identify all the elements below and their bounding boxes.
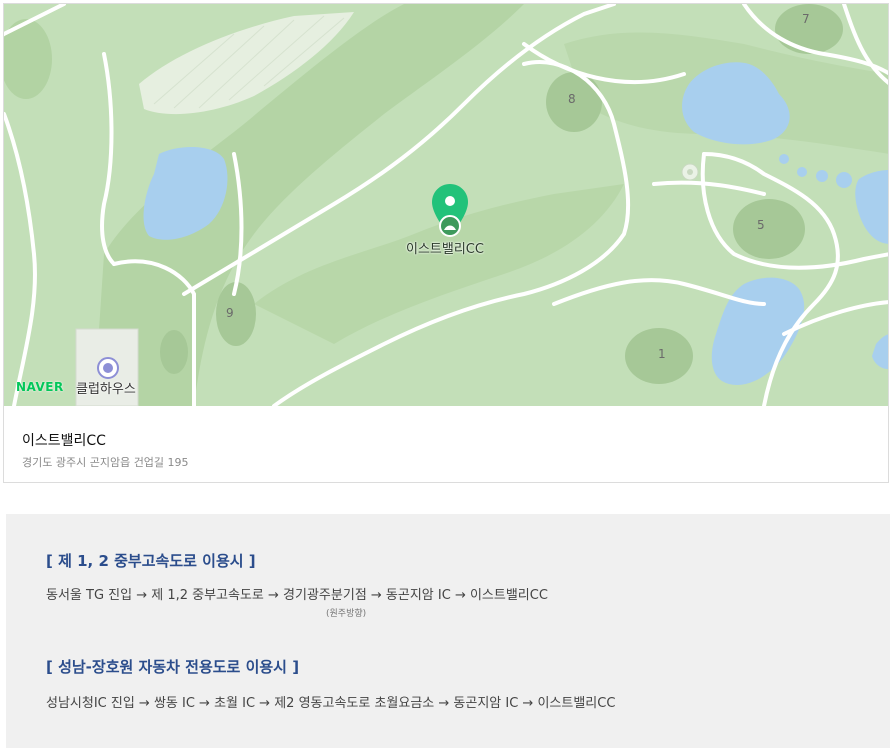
map-view[interactable]: 7 8 5 9 1 이스트밸리CC 클럽하우스 NAVER xyxy=(4,4,888,406)
route-title: [ 성남-장호원 자동차 전용도로 이용시 ] xyxy=(46,658,300,676)
route-title: [ 제 1, 2 중부고속도로 이용시 ] xyxy=(46,552,256,570)
place-name[interactable]: 이스트밸리CC xyxy=(22,430,106,450)
map-card: 7 8 5 9 1 이스트밸리CC 클럽하우스 NAVER 이스트밸리CC 경기… xyxy=(3,3,889,483)
route-path: 동서울 TG 진입 → 제 1,2 중부고속도로 → 경기광주분기점 → 동곤지… xyxy=(46,588,548,603)
clubhouse-poi-icon[interactable] xyxy=(97,357,119,379)
pavilion-icon xyxy=(681,163,699,181)
route-note: (원주방향) xyxy=(326,609,367,619)
hole-label: 9 xyxy=(226,306,234,320)
hole-label: 8 xyxy=(568,92,576,106)
hole-label: 7 xyxy=(802,12,810,26)
hole-5-green xyxy=(733,199,805,259)
hole-label: 5 xyxy=(757,218,765,232)
route-path: 성남시청IC 진입 → 쌍동 IC → 초월 IC → 제2 영동고속도로 초월… xyxy=(46,696,616,711)
naver-logo[interactable]: NAVER xyxy=(16,380,64,394)
poi-label[interactable]: 클럽하우스 xyxy=(76,378,136,397)
place-info: 이스트밸리CC 경기도 광주시 곤지암읍 건업길 195 xyxy=(4,406,888,482)
marker-label[interactable]: 이스트밸리CC xyxy=(406,238,484,257)
water-dot xyxy=(836,172,852,188)
place-address: 경기도 광주시 곤지암읍 건업길 195 xyxy=(22,456,189,469)
map-canvas xyxy=(4,4,888,406)
water-dot xyxy=(816,170,828,182)
water-dot xyxy=(797,167,807,177)
hole-label: 1 xyxy=(658,347,666,361)
directions-panel: [ 제 1, 2 중부고속도로 이용시 ] 동서울 TG 진입 → 제 1,2 … xyxy=(6,514,890,748)
water-dot xyxy=(779,154,789,164)
vegetation xyxy=(160,330,188,374)
